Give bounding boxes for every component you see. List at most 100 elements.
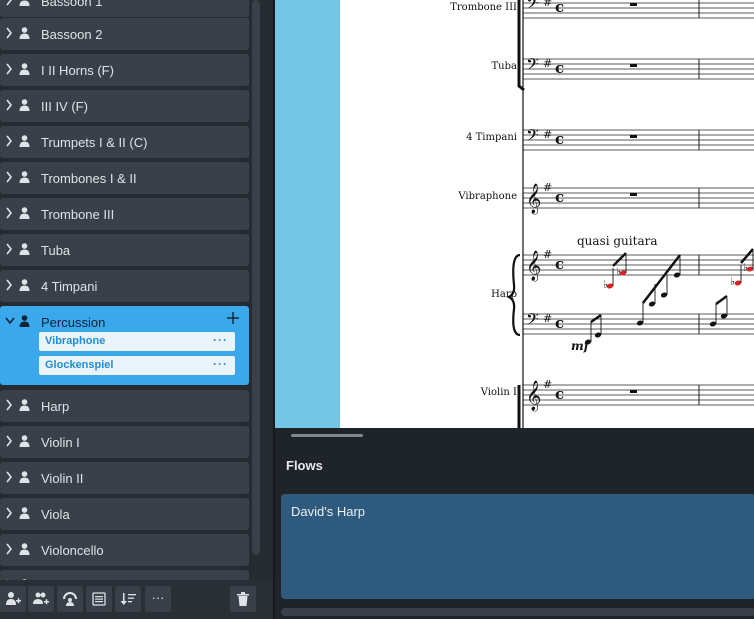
person-icon [19, 27, 30, 39]
chevron-right-icon[interactable] [4, 241, 14, 257]
players-scrollbar[interactable] [252, 0, 260, 555]
instrument-menu-icon[interactable]: ··· [213, 333, 228, 347]
chevron-right-icon[interactable] [4, 277, 14, 293]
key-signature: # [543, 0, 552, 9]
person-icon [19, 315, 30, 327]
player-row[interactable]: Violin I [0, 426, 249, 458]
accidental: ♭ [730, 275, 735, 288]
player-row[interactable]: Trumpets I & II (C) [0, 126, 249, 158]
person-icon [19, 507, 30, 519]
player-label: Trombones I & II [41, 171, 137, 186]
clef: 𝄢 [526, 54, 539, 78]
player-row[interactable]: Trombone III [0, 198, 249, 230]
instrument-card[interactable]: Glockenspiel ··· [39, 356, 235, 375]
chevron-right-icon[interactable] [4, 133, 14, 149]
person-icon [19, 99, 30, 111]
more-icon: ··· [151, 590, 165, 605]
flows-scrollbar[interactable] [281, 608, 754, 616]
person-icon [19, 171, 30, 183]
player-row[interactable]: Violoncello [0, 534, 249, 566]
staff-name: 4 Timpani [466, 132, 517, 143]
person-icon [19, 63, 30, 75]
chevron-right-icon[interactable] [4, 25, 14, 41]
player-row[interactable]: 4 Timpani [0, 270, 249, 302]
staff-name: Tuba [491, 61, 517, 72]
chevron-right-icon[interactable] [4, 61, 14, 77]
player-row[interactable]: Bassoon 1 [0, 0, 249, 17]
clef: 𝄞 [526, 380, 541, 412]
staff-name: Harp [491, 289, 517, 300]
key-signature: # [543, 312, 552, 325]
player-row[interactable]: Harp [0, 390, 249, 422]
key-signature: # [543, 128, 552, 141]
player-row[interactable]: Violin II [0, 462, 249, 494]
chevron-right-icon[interactable] [4, 97, 14, 113]
staff-name: Vibraphone [458, 191, 517, 202]
player-label: 4 Timpani [41, 279, 98, 294]
chevron-right-icon[interactable] [4, 469, 14, 485]
chevron-right-icon[interactable] [4, 541, 14, 557]
sort-icon [120, 593, 136, 605]
add-group-icon [63, 592, 77, 606]
flow-card[interactable]: David's Harp [281, 494, 754, 599]
resize-handle[interactable] [291, 434, 363, 437]
clef: 𝄞 [526, 250, 541, 282]
add-instrument-icon[interactable] [227, 312, 239, 324]
add-solo-player-button[interactable] [0, 586, 26, 612]
accidental: ♭ [743, 261, 748, 274]
rest [630, 3, 637, 6]
clef: 𝄞 [526, 183, 541, 215]
chevron-right-icon[interactable] [4, 169, 14, 185]
player-row[interactable]: III IV (F) [0, 90, 249, 122]
time-signature: c [555, 188, 564, 206]
player-label: Violoncello [41, 543, 104, 558]
flows-panel: Flows David's Harp [275, 428, 754, 619]
list-icon [92, 592, 106, 606]
player-row[interactable]: Trombones I & II [0, 162, 249, 194]
chevron-right-icon[interactable] [4, 0, 14, 8]
chevron-down-icon[interactable] [4, 313, 16, 329]
score-view[interactable]: 𝄢 # c 𝄢 # c 𝄢 # c 𝄞 # c 𝄞 # c 𝄢 # c 𝄞 # c ♭ ♭ ♭ ♭ quasi guitara mf… [275, 0, 754, 428]
person-icon [19, 207, 30, 219]
key-signature: # [543, 378, 552, 391]
player-row[interactable]: Percussion Vibraphone ··· Glockenspiel ··· [0, 306, 249, 385]
add-group-button[interactable] [57, 586, 83, 612]
player-row[interactable]: Tuba [0, 234, 249, 266]
sort-button[interactable] [115, 586, 141, 612]
player-label: Violin I [41, 435, 80, 450]
staff-name: Violin I [480, 387, 517, 398]
beam [590, 313, 602, 324]
accidental: ♭ [603, 278, 608, 291]
player-row[interactable]: I II Horns (F) [0, 54, 249, 86]
more-button[interactable]: ··· [145, 586, 171, 612]
player-label: Trumpets I & II (C) [41, 135, 148, 150]
flows-title: Flows [286, 458, 323, 473]
time-signature: c [555, 0, 564, 16]
delete-button[interactable] [230, 586, 256, 612]
person-icon [19, 279, 30, 291]
person-icon [19, 471, 30, 483]
player-row[interactable]: Bassoon 2 [0, 18, 249, 50]
score-page[interactable]: 𝄢 # c 𝄢 # c 𝄢 # c 𝄞 # c 𝄞 # c 𝄢 # c 𝄞 # c ♭ ♭ ♭ ♭ quasi guitara mf… [340, 0, 754, 428]
players-toolbar: ··· [0, 580, 273, 619]
clef: 𝄢 [526, 125, 539, 149]
chevron-right-icon[interactable] [4, 397, 14, 413]
player-label: Violin II [41, 471, 84, 486]
instrument-label: Glockenspiel [45, 359, 114, 371]
player-label: Bassoon 1 [41, 0, 103, 9]
instrument-menu-icon[interactable]: ··· [213, 357, 228, 371]
add-ensemble-icon [33, 592, 49, 605]
view-list-button[interactable] [86, 586, 112, 612]
player-label: I II Horns (F) [41, 63, 114, 78]
chevron-right-icon[interactable] [4, 205, 14, 221]
trash-icon [237, 592, 249, 606]
time-signature: c [555, 385, 564, 403]
key-signature: # [543, 57, 552, 70]
add-ensemble-button[interactable] [28, 586, 54, 612]
beam [715, 294, 728, 306]
chevron-right-icon[interactable] [4, 433, 14, 449]
chevron-right-icon[interactable] [4, 505, 14, 521]
add-solo-player-icon [6, 592, 21, 605]
player-row[interactable]: Viola [0, 498, 249, 530]
instrument-card[interactable]: Vibraphone ··· [39, 332, 235, 351]
